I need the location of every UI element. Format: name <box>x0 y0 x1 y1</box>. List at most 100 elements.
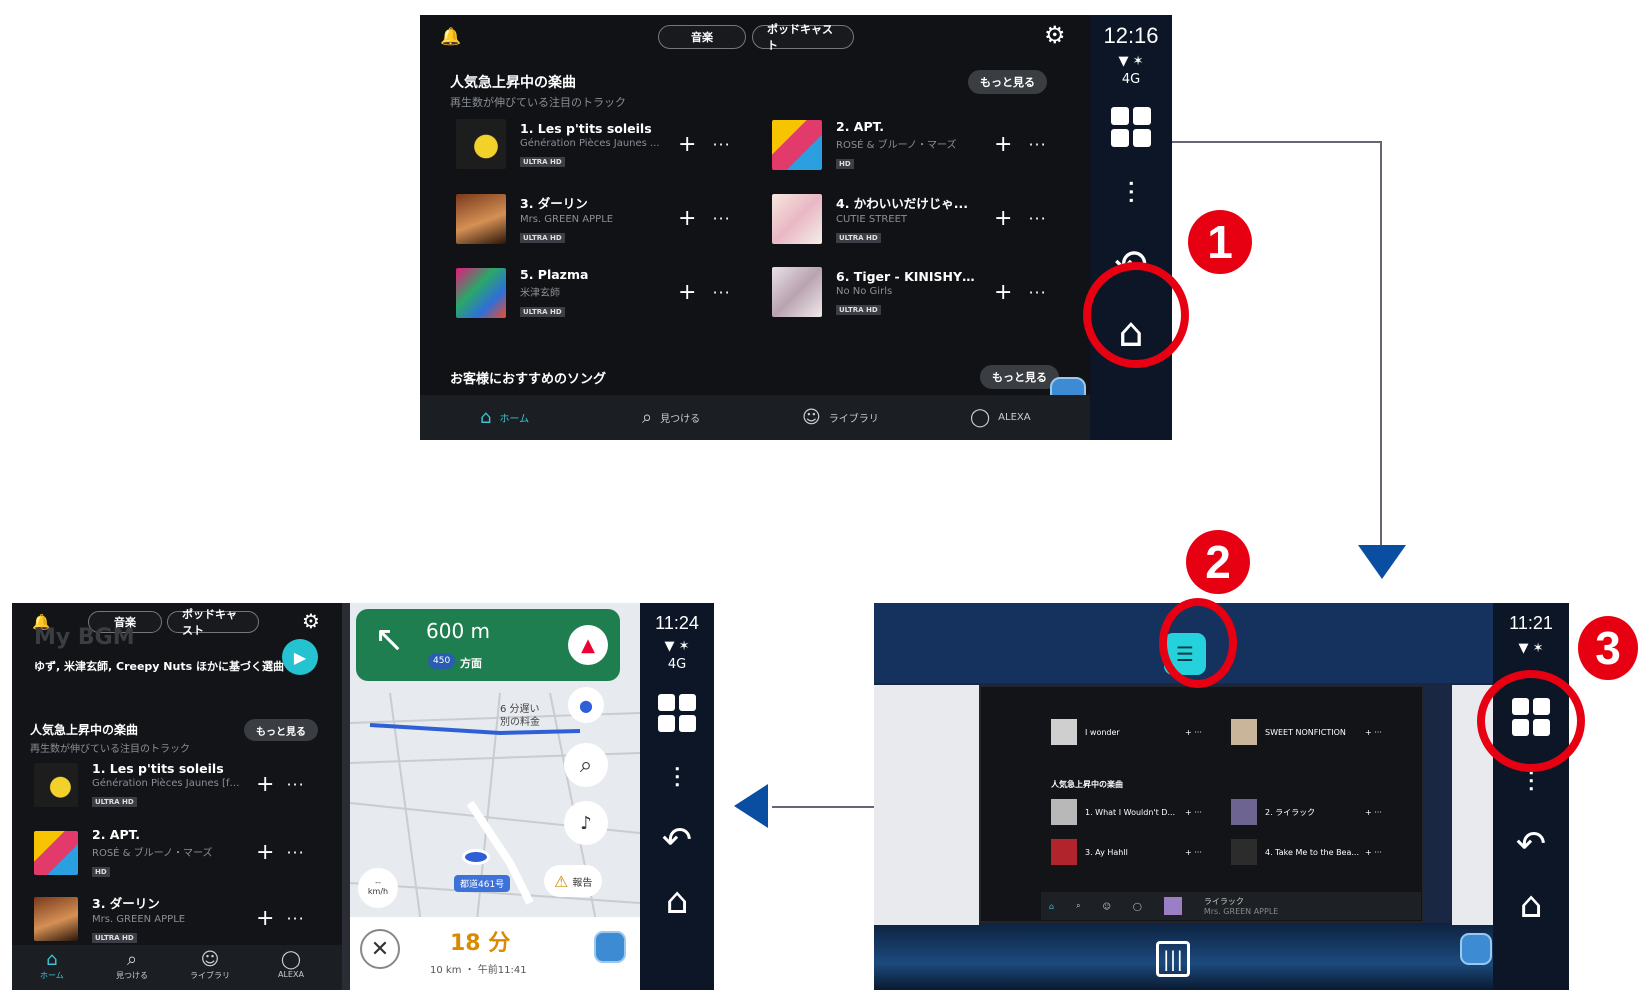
bottom-tab-bar: ⌂ ホーム ⌕ 見つける ☺ ライブラリ ◯ ALEXA <box>420 395 1090 440</box>
home-icon[interactable]: ⌂ <box>666 881 689 922</box>
left-app-card[interactable] <box>874 685 979 925</box>
cast-icon[interactable] <box>1460 933 1492 965</box>
dashboard-icon[interactable] <box>1111 107 1151 147</box>
track-row[interactable]: 5. Plazma 米津玄師 ULTRA HD + ··· <box>456 267 731 318</box>
more-icon[interactable]: ··· <box>1028 209 1046 228</box>
track-row[interactable]: 3. ダーリン Mrs. GREEN APPLE ULTRA HD + ··· <box>456 193 731 244</box>
banner-title: My BGM <box>34 625 135 650</box>
callout-number: 2 <box>1186 530 1250 594</box>
album-art <box>34 830 78 875</box>
search-button[interactable]: ⌕ <box>564 743 608 787</box>
album-art <box>456 119 506 169</box>
split-divider[interactable] <box>342 603 350 990</box>
add-icon[interactable]: + <box>678 280 696 305</box>
home-icon[interactable]: ⌂ <box>1520 885 1543 926</box>
tab-alexa[interactable]: ◯ ALEXA <box>278 949 304 979</box>
add-icon[interactable]: + <box>994 132 1012 157</box>
thumb-row: I wonder + ··· <box>1051 719 1202 745</box>
track-row[interactable]: 4. かわいいだけじゃ... CUTIE STREET ULTRA HD + ··· <box>772 193 1047 244</box>
tab-podcast[interactable]: ポッドキャスト <box>167 608 259 637</box>
tab-find[interactable]: ⌕ 見つける <box>642 407 700 428</box>
add-icon[interactable]: + <box>256 772 274 797</box>
route-shield: 450 <box>428 653 456 669</box>
more-icon[interactable]: ··· <box>712 209 730 228</box>
tab-podcast[interactable]: ポッドキャスト <box>752 23 854 52</box>
nav-distance: 600 m <box>426 619 491 643</box>
add-icon[interactable]: + <box>256 906 274 931</box>
alexa-icon: ◯ <box>280 949 302 970</box>
tab-music[interactable]: 音楽 <box>658 25 746 49</box>
track-row[interactable]: 6. Tiger - KINISHY ver...No No GirlsULTR… <box>772 267 1047 317</box>
track-row[interactable]: 1. Les p'tits soleils Génération Pièces J… <box>456 119 731 169</box>
gear-icon[interactable]: ⚙ <box>1044 21 1066 49</box>
dashboard-icon[interactable] <box>658 694 696 732</box>
more-button-2[interactable]: もっと見る <box>980 365 1059 389</box>
more-icon[interactable]: ··· <box>712 283 730 302</box>
speed-indicator: -- km/h <box>358 868 398 908</box>
bottom-tab-bar: ⌂ ホーム ⌕ 見つける ☺ ライブラリ ◯ ALEXA <box>12 945 342 990</box>
connector-line <box>772 806 874 808</box>
album-art <box>772 193 822 244</box>
tab-alexa[interactable]: ◯ ALEXA <box>970 407 1031 428</box>
connector-line <box>1172 141 1381 143</box>
volume-button[interactable]: ♪ <box>564 801 608 845</box>
equalizer-icon[interactable]: ⫶ <box>673 762 680 796</box>
clock: 12:16 <box>1103 23 1159 48</box>
tab-home[interactable]: ⌂ ホーム <box>480 407 529 428</box>
road-label: 都道461号 <box>454 875 511 892</box>
add-icon[interactable]: + <box>994 206 1012 231</box>
more-icon[interactable]: ··· <box>286 843 304 862</box>
close-all-icon[interactable]: ||| <box>1156 941 1190 977</box>
person-icon: ☺ <box>200 949 220 970</box>
tab-home[interactable]: ⌂ ホーム <box>40 949 64 981</box>
eta-panel[interactable]: ✕ 18 分 10 km ・ 午前11:41 <box>350 917 640 990</box>
music-pane: 🔔 音楽 ポッドキャスト ⚙ My BGM ゆず, 米津玄師, Creepy N… <box>12 603 342 990</box>
tab-find[interactable]: ⌕ 見つける <box>116 949 148 981</box>
track-row[interactable]: 2. APT. ROSÉ & ブルーノ・マーズ HD + ··· <box>772 119 1047 170</box>
thumb-row: SWEET NONFICTION + ··· <box>1231 719 1382 745</box>
wifi-bluetooth-icon: ▼ ✶ <box>1518 641 1544 656</box>
back-icon[interactable]: ↶ <box>662 820 692 861</box>
tab-library[interactable]: ☺ ライブラリ <box>802 407 879 428</box>
network-label: 4G <box>667 657 687 672</box>
more-icon[interactable]: ··· <box>1028 135 1046 154</box>
back-icon[interactable]: ↶ <box>1516 824 1546 865</box>
add-icon[interactable]: + <box>678 206 696 231</box>
add-icon[interactable]: + <box>994 280 1012 305</box>
more-icon[interactable]: ··· <box>286 909 304 928</box>
track-row[interactable]: 2. APT. ROSÉ & ブルーノ・マーズ HD + ··· <box>34 827 305 878</box>
section-title: 人気急上昇中の楽曲 <box>450 75 576 91</box>
wifi-bluetooth-icon: ▼ ✶ <box>1118 54 1144 69</box>
mic-button[interactable]: ● <box>568 687 604 723</box>
more-icon[interactable]: ··· <box>286 775 304 794</box>
add-icon[interactable]: + <box>256 840 274 865</box>
track-row[interactable]: 1. Les p'tits soleils Génération Pièces J… <box>34 761 305 808</box>
highlight-circle <box>1083 262 1189 368</box>
section-subtitle: 再生数が伸びている注目のトラック <box>30 744 190 755</box>
thumb-row: 4. Take Me to the Bea... + ··· <box>1231 839 1382 865</box>
more-icon[interactable]: ··· <box>1028 283 1046 302</box>
section-subtitle: 再生数が伸びている注目のトラック <box>450 96 626 109</box>
cast-icon[interactable] <box>594 931 626 963</box>
bell-icon[interactable]: 🔔 <box>440 27 461 47</box>
carplay-rail: 12:16 ▼ ✶ 4G ⫶ ↶ ⌂ <box>1090 15 1172 440</box>
track-row[interactable]: 3. ダーリン Mrs. GREEN APPLE ULTRA HD + ··· <box>34 893 305 944</box>
nav-direction: 方面 <box>460 657 482 670</box>
app-thumbnail-card[interactable]: I wonder + ··· SWEET NONFICTION + ··· 人気急上… <box>979 685 1424 923</box>
navigation-banner[interactable]: ↖ 600 m 450 方面 ▲ <box>356 609 620 681</box>
tab-library[interactable]: ☺ ライブラリ <box>190 949 230 981</box>
equalizer-icon[interactable]: ⫶ <box>1127 177 1135 212</box>
report-button[interactable]: ⚠ 報告 <box>544 865 603 897</box>
more-icon[interactable]: ··· <box>712 135 730 154</box>
compass-icon[interactable]: ▲ <box>568 625 608 665</box>
add-icon[interactable]: + <box>678 132 696 157</box>
section-title-2: お客様におすすめのソング <box>450 372 607 387</box>
album-art <box>772 267 822 317</box>
close-icon[interactable]: ✕ <box>360 929 400 969</box>
play-button[interactable]: ▶ <box>282 639 318 675</box>
more-button[interactable]: もっと見る <box>244 719 318 741</box>
carplay-rail: 11:24 ▼ ✶ 4G ⫶ ↶ ⌂ <box>640 603 714 990</box>
gear-icon[interactable]: ⚙ <box>302 609 320 633</box>
more-button[interactable]: もっと見る <box>968 70 1047 94</box>
turn-left-icon: ↖ <box>374 619 405 660</box>
